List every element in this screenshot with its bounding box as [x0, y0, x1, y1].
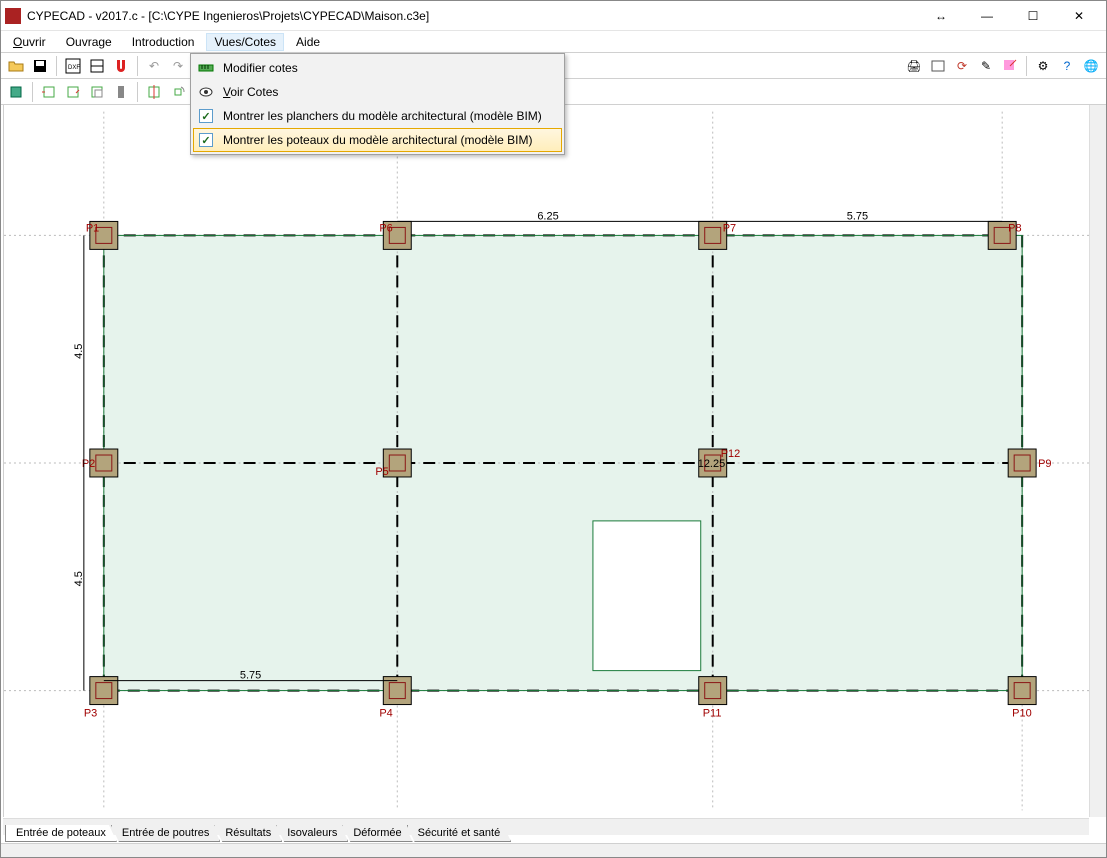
- dim-6-25: 6.25: [537, 210, 558, 222]
- dim-12-25: 12.25: [698, 458, 725, 470]
- magnet-icon[interactable]: [110, 55, 132, 77]
- export-icon[interactable]: [999, 55, 1021, 77]
- dd-voir-cotes[interactable]: Voir Cotes: [193, 80, 562, 104]
- dd-modifier-cotes-label: Modifier cotes: [223, 61, 298, 75]
- tab-resultats[interactable]: Résultats: [214, 825, 282, 842]
- menu-ouvrage[interactable]: Ouvrage: [58, 33, 120, 51]
- dd-montrer-planchers-label: Montrer les planchers du modèle architec…: [223, 109, 542, 123]
- dim-4-5-b: 4.5: [73, 571, 85, 586]
- tab-entree-poutres[interactable]: Entrée de poutres: [111, 825, 220, 842]
- menu-aide[interactable]: Aide: [288, 33, 328, 51]
- label-p10: P10: [1012, 708, 1032, 720]
- menu-introduction[interactable]: Introduction: [124, 33, 203, 51]
- separator: [137, 82, 138, 102]
- bottom-tabs: Entrée de poteaux Entrée de poutres Résu…: [5, 822, 1102, 842]
- column-move-icon[interactable]: [110, 81, 132, 103]
- titlebar: CYPECAD - v2017.c - [C:\CYPE Ingenieros\…: [1, 1, 1106, 31]
- tab-entree-poteaux-label: Entrée de poteaux: [16, 827, 106, 839]
- tab-entree-poutres-label: Entrée de poutres: [122, 827, 209, 839]
- column-align-icon[interactable]: [143, 81, 165, 103]
- menu-introduction-label: Introduction: [132, 35, 195, 49]
- checkbox-checked-icon: ✓: [197, 107, 215, 125]
- close-button[interactable]: ✕: [1056, 1, 1102, 31]
- menu-ouvrage-label: Ouvrage: [66, 35, 112, 49]
- drawing-canvas[interactable]: P1 P6 P7 P8 P2 P5 P12 P9 P3 P4 P11 P10 6…: [3, 105, 1106, 817]
- label-p11: P11: [703, 708, 722, 720]
- separator: [56, 56, 57, 76]
- separator: [137, 56, 138, 76]
- label-p9: P9: [1038, 458, 1051, 470]
- edit-icon[interactable]: ✎: [975, 55, 997, 77]
- layers-icon[interactable]: [86, 55, 108, 77]
- tab-resultats-label: Résultats: [225, 827, 271, 839]
- window-controls: ↔ — ☐ ✕: [918, 1, 1102, 31]
- label-p1: P1: [86, 222, 99, 234]
- refresh-icon[interactable]: ⟳: [951, 55, 973, 77]
- sync-icon[interactable]: ↔: [918, 1, 964, 31]
- ruler-icon: [197, 59, 215, 77]
- separator: [1026, 56, 1027, 76]
- column-rotate-icon[interactable]: [167, 81, 189, 103]
- vertical-scrollbar[interactable]: [1089, 105, 1106, 817]
- tab-entree-poteaux[interactable]: Entrée de poteaux: [5, 825, 117, 842]
- tab-deformee[interactable]: Déformée: [342, 825, 412, 842]
- dim-5-75-bot: 5.75: [240, 670, 261, 682]
- menu-aide-label: Aide: [296, 35, 320, 49]
- checkbox-checked-icon: ✓: [197, 131, 215, 149]
- dim-4-5-a: 4.5: [73, 344, 85, 359]
- label-p4: P4: [379, 708, 392, 720]
- statusbar: [1, 843, 1106, 857]
- separator: [32, 82, 33, 102]
- window-title: CYPECAD - v2017.c - [C:\CYPE Ingenieros\…: [27, 9, 918, 23]
- dd-modifier-cotes[interactable]: Modifier cotes: [193, 56, 562, 80]
- help-icon[interactable]: ?: [1056, 55, 1078, 77]
- minimize-button[interactable]: —: [964, 1, 1010, 31]
- column-new-icon[interactable]: [5, 81, 27, 103]
- settings-icon[interactable]: ⚙: [1032, 55, 1054, 77]
- print-icon[interactable]: 🖨: [903, 55, 925, 77]
- dd-montrer-planchers[interactable]: ✓ Montrer les planchers du modèle archit…: [193, 104, 562, 128]
- maximize-button[interactable]: ☐: [1010, 1, 1056, 31]
- column-list-icon[interactable]: [86, 81, 108, 103]
- label-p7: P7: [723, 222, 736, 234]
- column-copy-icon[interactable]: [62, 81, 84, 103]
- redo-icon[interactable]: ↷: [167, 55, 189, 77]
- menu-ouvrir[interactable]: Ouvrir: [5, 33, 54, 51]
- tab-securite-sante-label: Sécurité et santé: [418, 827, 501, 839]
- label-p5: P5: [375, 466, 388, 478]
- menubar: Ouvrir Ouvrage Introduction Vues/Cotes A…: [1, 31, 1106, 53]
- eye-icon: [197, 83, 215, 101]
- dxf-icon[interactable]: DXF: [62, 55, 84, 77]
- dim-5-75-top: 5.75: [847, 210, 868, 222]
- tab-securite-sante[interactable]: Sécurité et santé: [407, 825, 512, 842]
- undo-icon[interactable]: ↶: [143, 55, 165, 77]
- globe-icon[interactable]: 🌐: [1080, 55, 1102, 77]
- label-p3: P3: [84, 708, 97, 720]
- app-icon: [5, 8, 21, 24]
- open-icon[interactable]: [5, 55, 27, 77]
- label-p8: P8: [1008, 222, 1021, 234]
- menu-vues-cotes[interactable]: Vues/Cotes: [206, 33, 284, 51]
- dd-montrer-poteaux-label: Montrer les poteaux du modèle architectu…: [223, 133, 532, 147]
- dd-voir-cotes-label: Voir Cotes: [223, 85, 278, 99]
- tab-isovaleurs[interactable]: Isovaleurs: [276, 825, 348, 842]
- tab-isovaleurs-label: Isovaleurs: [287, 827, 337, 839]
- save-icon[interactable]: [29, 55, 51, 77]
- column-edit-icon[interactable]: [38, 81, 60, 103]
- preview-icon[interactable]: [927, 55, 949, 77]
- tab-deformee-label: Déformée: [353, 827, 401, 839]
- vues-cotes-dropdown: Modifier cotes Voir Cotes ✓ Montrer les …: [190, 53, 565, 155]
- menu-vues-cotes-label: Vues/Cotes: [214, 35, 276, 49]
- menu-ouvrir-label: uvrir: [22, 35, 45, 49]
- svg-text:DXF: DXF: [68, 65, 80, 71]
- label-p6: P6: [379, 222, 392, 234]
- dd-montrer-poteaux[interactable]: ✓ Montrer les poteaux du modèle architec…: [193, 128, 562, 152]
